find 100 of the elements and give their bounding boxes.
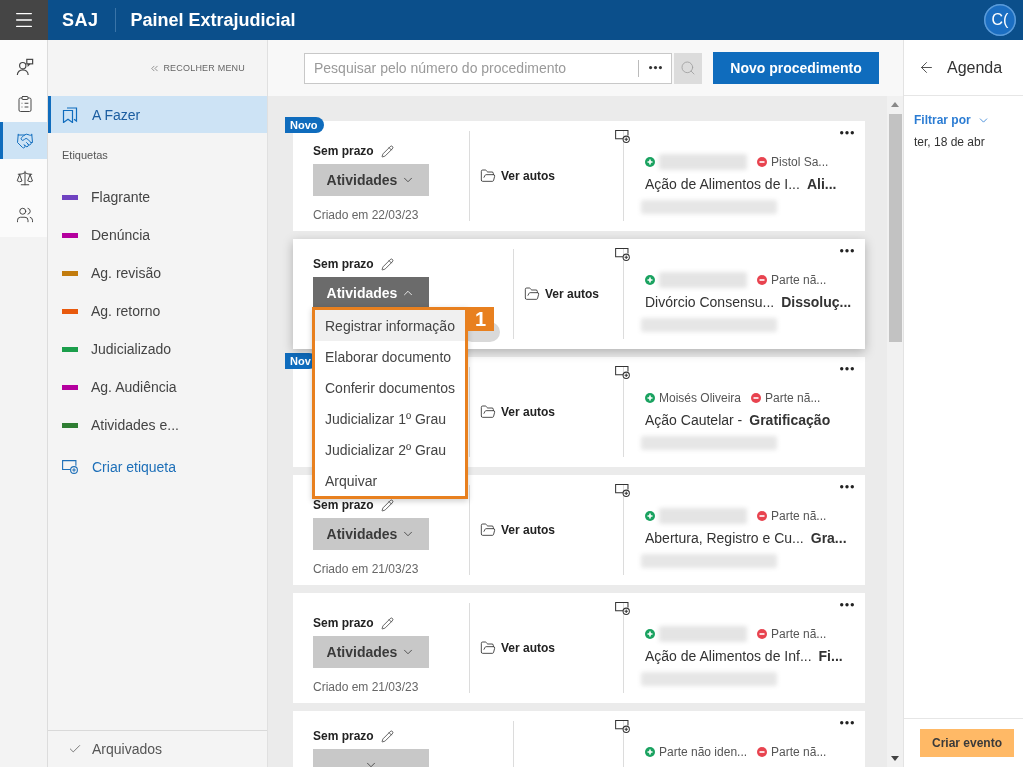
search-icon — [680, 60, 696, 76]
tag-filter[interactable]: Flagrante — [48, 178, 267, 216]
minus-circle-icon — [757, 157, 767, 167]
party-name: Parte nã... — [771, 509, 827, 523]
party-name: Pistol Sa... — [771, 155, 829, 169]
tag-filter[interactable]: Ag. revisão — [48, 254, 267, 292]
scroll-up-icon[interactable] — [891, 102, 899, 107]
view-files-link[interactable]: Ver autos — [480, 168, 556, 184]
label-add-icon[interactable] — [615, 130, 630, 143]
handshake-icon — [16, 131, 34, 150]
case-subject: Gra... — [810, 529, 847, 547]
pencil-icon[interactable] — [380, 729, 394, 743]
label-add-icon[interactable] — [615, 248, 630, 261]
folder-icon — [524, 286, 540, 302]
label-add-icon[interactable] — [615, 366, 630, 379]
scales-icon — [16, 168, 34, 187]
created-date: Criado em 21/03/23 — [313, 562, 419, 576]
scroll-down-icon[interactable] — [891, 756, 899, 761]
agenda-date: ter, 18 de abr — [914, 135, 986, 149]
more-icon — [840, 367, 854, 371]
plus-circle-icon — [645, 747, 655, 757]
app-logo: SAJ — [62, 9, 99, 31]
tag-filter[interactable]: Ag. retorno — [48, 292, 267, 330]
menu-item[interactable]: Arquivar — [315, 465, 465, 496]
party-name: Parte nã... — [771, 745, 827, 759]
menu-item[interactable]: Judicializar 1º Grau — [315, 403, 465, 434]
archived-button[interactable]: Arquivados — [48, 731, 163, 767]
party-name: Parte nã... — [765, 391, 821, 405]
case-subject: Gratificação — [749, 411, 831, 429]
filter-button[interactable]: Filtrar por — [914, 113, 990, 127]
party-name: Moisés Oliveira — [659, 391, 742, 405]
pencil-icon[interactable] — [380, 616, 394, 630]
label-add-icon[interactable] — [615, 720, 630, 733]
deadline-label: Sem prazo — [313, 616, 374, 630]
activities-button[interactable]: Atividades — [313, 164, 429, 196]
minus-circle-icon — [757, 629, 767, 639]
rail-button[interactable] — [0, 122, 47, 159]
label-add-icon[interactable] — [615, 484, 630, 497]
created-date: Criado em 22/03/23 — [313, 208, 419, 222]
tag-filter[interactable]: Ag. Audiência — [48, 368, 267, 406]
plus-circle-icon — [645, 157, 655, 167]
deadline-label: Sem prazo — [313, 257, 374, 271]
create-tag-button[interactable]: Criar etiqueta — [48, 448, 267, 486]
menu-item[interactable]: Elaborar documento — [315, 341, 465, 372]
pencil-icon[interactable] — [380, 144, 394, 158]
more-icon — [840, 131, 854, 135]
menu-item[interactable]: Registrar informação — [315, 310, 465, 341]
pencil-icon[interactable] — [380, 257, 394, 271]
more-icon — [840, 485, 854, 489]
case-title: Ação de Alimentos de Inf... — [645, 647, 812, 665]
nav-item[interactable]: A Fazer — [48, 96, 267, 133]
app-title: Painel Extrajudicial — [130, 9, 296, 31]
more-icon — [840, 721, 854, 725]
case-title: Ação Cautelar - — [645, 411, 743, 429]
tag-filter[interactable]: Denúncia — [48, 216, 267, 254]
view-files-link[interactable]: Ver autos — [480, 640, 556, 656]
new-procedure-button[interactable]: Novo procedimento — [713, 52, 879, 84]
party-name: Parte nã... — [771, 627, 827, 641]
tag-filter[interactable]: Judicializado — [48, 330, 267, 368]
agenda-title: Agenda — [947, 58, 1003, 77]
created-date: Criado em 21/03/23 — [313, 680, 419, 694]
label-add-icon[interactable] — [615, 602, 630, 615]
plus-circle-icon — [645, 629, 655, 639]
party-name: Parte nã... — [771, 273, 827, 287]
plus-circle-icon — [645, 511, 655, 521]
create-event-button[interactable]: Criar evento — [920, 729, 1015, 757]
bookmarks-icon — [62, 106, 78, 123]
collapse-menu-button[interactable]: RECOLHER MENU — [149, 62, 245, 74]
deadline-label: Sem prazo — [313, 498, 374, 512]
scrollbar[interactable] — [887, 96, 903, 767]
view-files-link[interactable]: Ver autos — [524, 286, 600, 302]
case-subject: Dissoluç... — [781, 293, 852, 311]
step-badge: 1 — [467, 307, 494, 331]
folder-icon — [480, 640, 496, 656]
tag-filter[interactable]: Atividades e... — [48, 406, 267, 444]
folder-icon — [480, 404, 496, 420]
plus-circle-icon — [645, 275, 655, 285]
back-button[interactable] — [918, 59, 935, 76]
pencil-icon[interactable] — [380, 498, 394, 512]
view-files-link[interactable]: Ver autos — [480, 522, 556, 538]
activities-button[interactable]: Atividades — [313, 277, 429, 309]
user-message-icon — [16, 57, 34, 76]
label-add-icon — [62, 460, 78, 474]
menu-button[interactable] — [0, 0, 48, 40]
activities-button[interactable]: Atividades — [313, 636, 429, 668]
folder-icon — [480, 522, 496, 538]
menu-item[interactable]: Conferir documentos — [315, 372, 465, 403]
tags-heading: Etiquetas — [61, 148, 109, 162]
more-icon — [840, 603, 854, 607]
menu-item[interactable]: Judicializar 2º Grau — [315, 434, 465, 465]
minus-circle-icon — [757, 511, 767, 521]
clipboard-icon — [16, 94, 34, 113]
view-files-link[interactable]: Ver autos — [480, 404, 556, 420]
minus-circle-icon — [751, 393, 762, 403]
deadline-label: Sem prazo — [313, 144, 374, 158]
scrollbar-thumb[interactable] — [888, 114, 902, 342]
new-badge: Novo — [285, 117, 324, 133]
activities-button[interactable]: Atividades — [313, 518, 429, 550]
user-avatar[interactable]: C( — [984, 4, 1016, 36]
plus-circle-icon — [645, 393, 655, 403]
